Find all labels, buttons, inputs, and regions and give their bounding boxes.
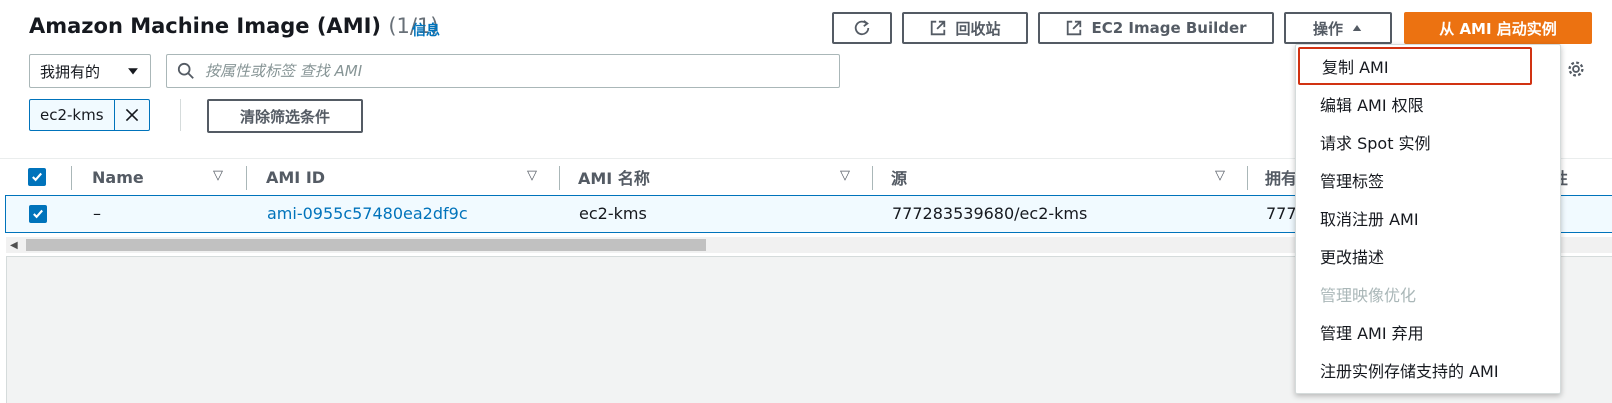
settings-gear-icon[interactable] xyxy=(1565,58,1587,80)
menu-item-deregister[interactable]: 取消注册 AMI xyxy=(1296,199,1560,237)
external-link-icon xyxy=(931,20,946,36)
column-header-ami-id[interactable]: AMI ID xyxy=(266,159,325,195)
cell-owner: 777 xyxy=(1266,204,1297,223)
menu-item-register-instance-store[interactable]: 注册实例存储支持的 AMI xyxy=(1296,351,1560,389)
owner-select[interactable]: 我拥有的 xyxy=(29,54,151,88)
refresh-icon xyxy=(854,20,870,36)
column-header-source[interactable]: 源 xyxy=(891,159,907,195)
token-divider xyxy=(180,99,181,131)
search-bar[interactable] xyxy=(166,54,840,88)
sort-icon[interactable]: ▽ xyxy=(213,168,223,183)
menu-item-copy-ami[interactable]: 复制 AMI xyxy=(1298,47,1532,85)
check-icon xyxy=(33,209,43,219)
column-separator xyxy=(872,166,873,190)
recycle-bin-label: 回收站 xyxy=(955,19,1001,38)
menu-item-change-description[interactable]: 更改描述 xyxy=(1296,237,1560,275)
caret-down-icon xyxy=(128,68,138,75)
image-builder-button[interactable]: EC2 Image Builder xyxy=(1038,12,1274,44)
external-link-icon xyxy=(1067,20,1082,36)
actions-button[interactable]: 操作 xyxy=(1284,12,1392,44)
select-all-checkbox[interactable] xyxy=(28,168,46,186)
search-icon xyxy=(177,62,194,79)
filter-token-label: ec2-kms xyxy=(30,100,115,130)
clear-filters-label: 清除筛选条件 xyxy=(239,107,330,126)
title-text: Amazon Machine Image (AMI) xyxy=(29,14,381,38)
owner-select-value: 我拥有的 xyxy=(40,62,101,81)
column-separator xyxy=(559,166,560,190)
check-icon xyxy=(32,172,42,182)
column-separator xyxy=(1247,166,1248,190)
column-separator xyxy=(246,166,247,190)
search-input[interactable] xyxy=(203,61,807,81)
column-header-name[interactable]: Name xyxy=(92,159,144,195)
column-separator xyxy=(71,166,72,190)
clear-filters-button[interactable]: 清除筛选条件 xyxy=(207,99,363,133)
refresh-button[interactable] xyxy=(832,12,892,44)
launch-instance-label: 从 AMI 启动实例 xyxy=(1439,19,1557,38)
cell-name: – xyxy=(93,204,101,223)
left-strip xyxy=(0,256,7,403)
cell-ami-id-link[interactable]: ami-0955c57480ea2df9c xyxy=(267,204,468,223)
sort-icon[interactable]: ▽ xyxy=(527,168,537,183)
info-link[interactable]: 信息 xyxy=(412,20,440,40)
actions-label: 操作 xyxy=(1312,19,1343,38)
caret-up-icon xyxy=(1352,25,1362,31)
recycle-bin-button[interactable]: 回收站 xyxy=(902,12,1028,44)
menu-item-request-spot[interactable]: 请求 Spot 实例 xyxy=(1296,123,1560,161)
column-header-ami-name[interactable]: AMI 名称 xyxy=(578,159,650,195)
cell-source: 777283539680/ec2-kms xyxy=(892,204,1088,223)
menu-item-edit-permissions[interactable]: 编辑 AMI 权限 xyxy=(1296,85,1560,123)
sort-icon[interactable]: ▽ xyxy=(840,168,850,183)
close-icon xyxy=(125,108,138,122)
image-builder-label: EC2 Image Builder xyxy=(1091,19,1247,37)
cell-ami-name: ec2-kms xyxy=(579,204,647,223)
actions-dropdown-menu: 复制 AMI 编辑 AMI 权限 请求 Spot 实例 管理标签 取消注册 AM… xyxy=(1295,44,1561,394)
scroll-left-icon[interactable]: ◀ xyxy=(10,240,18,251)
menu-item-manage-deprecation[interactable]: 管理 AMI 弃用 xyxy=(1296,313,1560,351)
menu-item-manage-tags[interactable]: 管理标签 xyxy=(1296,161,1560,199)
filter-token: ec2-kms xyxy=(29,99,150,131)
sort-icon[interactable]: ▽ xyxy=(1215,168,1225,183)
remove-filter-button[interactable] xyxy=(115,100,149,130)
column-header-owner[interactable]: 拥有 xyxy=(1265,159,1297,195)
launch-instance-button[interactable]: 从 AMI 启动实例 xyxy=(1404,12,1592,44)
menu-item-image-optimization: 管理映像优化 xyxy=(1320,286,1417,305)
row-checkbox[interactable] xyxy=(29,205,47,223)
scrollbar-thumb[interactable] xyxy=(26,239,706,251)
page-title: Amazon Machine Image (AMI) (1/1) xyxy=(29,14,439,38)
